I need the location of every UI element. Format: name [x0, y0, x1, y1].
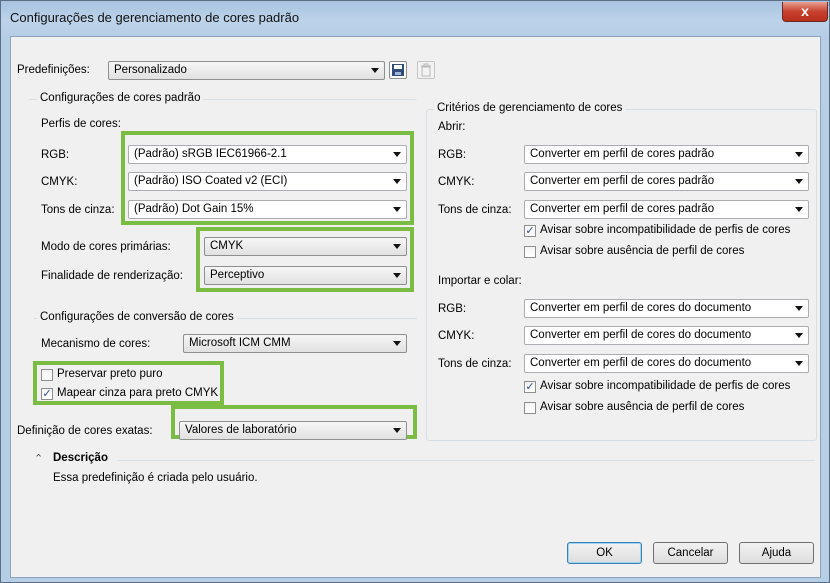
spot-colors-label: Definição de cores exatas: — [17, 425, 153, 437]
delete-preset-button[interactable] — [417, 61, 435, 79]
map-gray-label: Mapear cinza para preto CMYK — [57, 387, 219, 399]
rendering-intent-label: Finalidade de renderização: — [41, 270, 183, 282]
color-engine-dropdown[interactable]: Microsoft ICM CMM — [183, 334, 407, 353]
open-gray-dropdown[interactable]: Converter em perfil de cores padrão — [524, 200, 809, 219]
save-preset-button[interactable] — [389, 61, 407, 79]
chevron-down-icon — [795, 361, 803, 366]
import-label: Importar e colar: — [438, 275, 522, 287]
rgb-profile-dropdown[interactable]: (Padrão) sRGB IEC61966-2.1 — [128, 145, 407, 164]
gray-profile-dropdown[interactable]: (Padrão) Dot Gain 15% — [128, 200, 407, 219]
open-rgb-value: Converter em perfil de cores padrão — [530, 148, 715, 160]
import-rgb-dropdown[interactable]: Converter em perfil de cores do document… — [524, 299, 809, 318]
import-cmyk-label: CMYK: — [438, 330, 475, 342]
chevron-down-icon — [393, 341, 401, 346]
open-cmyk-value: Converter em perfil de cores padrão — [530, 175, 715, 187]
open-warn-missing-box[interactable] — [524, 246, 536, 258]
primary-mode-dropdown[interactable]: CMYK — [204, 237, 407, 256]
rendering-intent-dropdown[interactable]: Perceptivo — [204, 266, 407, 285]
primary-mode-value: CMYK — [210, 240, 244, 252]
rgb-profile-value: (Padrão) sRGB IEC61966-2.1 — [134, 148, 287, 160]
open-cmyk-label: CMYK: — [438, 176, 475, 188]
open-gray-value: Converter em perfil de cores padrão — [530, 203, 715, 215]
chevron-down-icon — [393, 428, 401, 433]
open-label: Abrir: — [438, 121, 466, 133]
chevron-down-icon — [371, 68, 379, 73]
window-title: Configurações de gerenciamento de cores … — [10, 10, 300, 25]
map-gray-box[interactable]: ✓ — [41, 388, 53, 400]
title-bar[interactable]: Configurações de gerenciamento de cores … — [1, 1, 829, 35]
description-title: Descrição — [53, 452, 108, 464]
rgb-profile-label: RGB: — [41, 149, 70, 161]
open-cmyk-dropdown[interactable]: Converter em perfil de cores padrão — [524, 172, 809, 191]
import-warn-missing-box[interactable] — [524, 402, 536, 414]
color-engine-value: Microsoft ICM CMM — [189, 337, 291, 349]
chevron-down-icon — [795, 152, 803, 157]
presets-dropdown[interactable]: Personalizado — [108, 61, 385, 80]
import-rgb-label: RGB: — [438, 303, 467, 315]
profiles-label: Perfis de cores: — [41, 118, 121, 130]
ok-button[interactable]: OK — [567, 542, 642, 564]
import-cmyk-value: Converter em perfil de cores do document… — [530, 329, 752, 341]
chevron-down-icon — [795, 333, 803, 338]
cmyk-profile-label: CMYK: — [41, 176, 78, 188]
close-button[interactable]: x — [782, 2, 828, 22]
open-rgb-dropdown[interactable]: Converter em perfil de cores padrão — [524, 145, 809, 164]
policies-title: Critérios de gerenciamento de cores — [434, 102, 626, 114]
import-gray-dropdown[interactable]: Converter em perfil de cores do document… — [524, 354, 809, 373]
conversion-title: Configurações de conversão de cores — [37, 311, 237, 323]
preserve-black-label: Preservar preto puro — [57, 368, 163, 380]
open-warn-missing-label: Avisar sobre ausência de perfil de cores — [540, 245, 745, 257]
cmyk-profile-dropdown[interactable]: (Padrão) ISO Coated v2 (ECI) — [128, 172, 407, 191]
chevron-down-icon — [393, 179, 401, 184]
open-warn-mismatch-box[interactable]: ✓ — [524, 225, 536, 237]
primary-mode-label: Modo de cores primárias: — [41, 241, 171, 253]
import-warn-mismatch-label: Avisar sobre incompatibilidade de perfis… — [540, 380, 791, 392]
chevron-down-icon — [393, 244, 401, 249]
description-divider — [118, 460, 815, 461]
spot-colors-value: Valores de laboratório — [185, 424, 297, 436]
collapse-chevron-icon[interactable]: ⌃ — [34, 452, 43, 465]
gray-profile-label: Tons de cinza: — [41, 204, 115, 216]
open-rgb-label: RGB: — [438, 149, 467, 161]
trash-icon — [421, 63, 431, 77]
import-cmyk-dropdown[interactable]: Converter em perfil de cores do document… — [524, 326, 809, 345]
chevron-down-icon — [393, 207, 401, 212]
open-gray-label: Tons de cinza: — [438, 204, 512, 216]
cancel-button[interactable]: Cancelar — [653, 542, 728, 564]
help-button[interactable]: Ajuda — [739, 542, 814, 564]
open-warn-mismatch-label: Avisar sobre incompatibilidade de perfis… — [540, 224, 791, 236]
chevron-down-icon — [795, 179, 803, 184]
chevron-down-icon — [393, 152, 401, 157]
import-warn-missing-label: Avisar sobre ausência de perfil de cores — [540, 401, 745, 413]
spot-colors-dropdown[interactable]: Valores de laboratório — [179, 421, 407, 440]
color-engine-label: Mecanismo de cores: — [41, 338, 151, 350]
import-gray-value: Converter em perfil de cores do document… — [530, 357, 752, 369]
import-rgb-value: Converter em perfil de cores do document… — [530, 302, 752, 314]
cmyk-profile-value: (Padrão) ISO Coated v2 (ECI) — [134, 175, 288, 187]
gray-profile-value: (Padrão) Dot Gain 15% — [134, 203, 254, 215]
presets-value: Personalizado — [114, 64, 187, 76]
rendering-intent-value: Perceptivo — [210, 269, 265, 281]
preserve-black-box[interactable] — [41, 369, 53, 381]
save-icon — [392, 64, 404, 76]
presets-label: Predefinições: — [17, 64, 90, 76]
import-warn-mismatch-box[interactable]: ✓ — [524, 381, 536, 393]
default-colors-title: Configurações de cores padrão — [37, 92, 204, 104]
import-gray-label: Tons de cinza: — [438, 358, 512, 370]
close-icon: x — [801, 3, 809, 19]
chevron-down-icon — [393, 273, 401, 278]
chevron-down-icon — [795, 306, 803, 311]
chevron-down-icon — [795, 207, 803, 212]
description-text: Essa predefinição é criada pelo usuário. — [53, 472, 258, 484]
